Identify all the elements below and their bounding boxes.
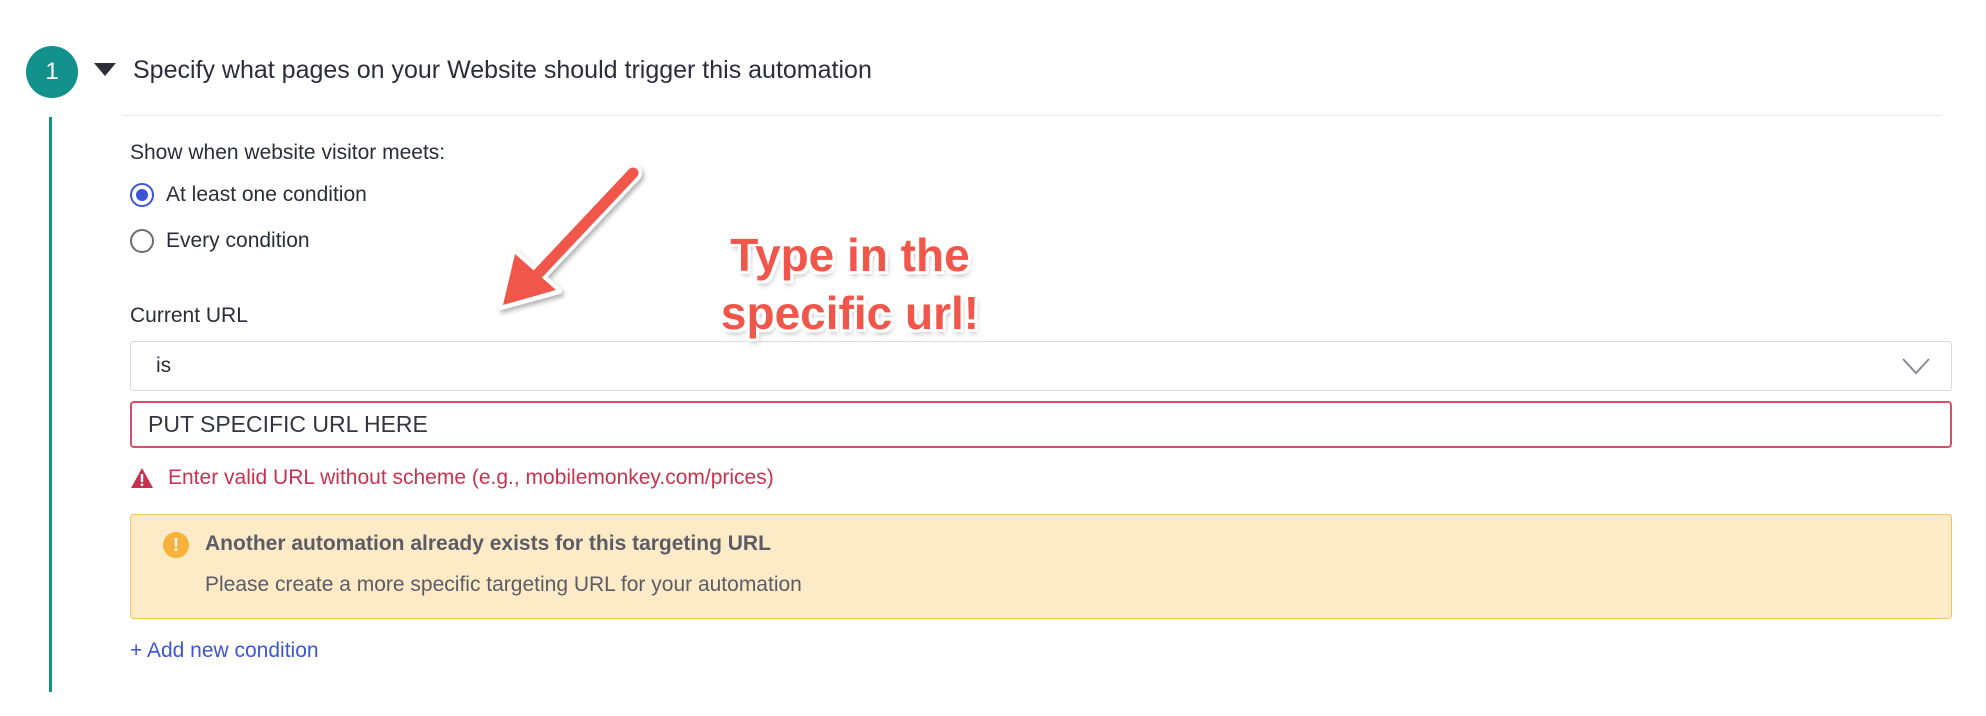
radio-label: Every condition <box>166 229 310 252</box>
step-connector-line <box>49 117 52 692</box>
duplicate-automation-warning: ! Another automation already exists for … <box>130 514 1952 619</box>
annotation-line-1: Type in the <box>730 229 970 281</box>
step-number-badge: 1 <box>26 46 78 98</box>
warning-title: Another automation already exists for th… <box>205 532 771 555</box>
error-message: Enter valid URL without scheme (e.g., mo… <box>168 466 774 489</box>
url-validation-error: Enter valid URL without scheme (e.g., mo… <box>130 466 774 490</box>
radio-checked-icon[interactable] <box>130 183 154 207</box>
radio-at-least-one-condition[interactable]: At least one condition <box>130 183 367 207</box>
radio-label: At least one condition <box>166 183 367 206</box>
step-title: Specify what pages on your Website shoul… <box>133 56 872 84</box>
annotation-callout: Type in the specific url! <box>690 226 1010 342</box>
annotation-arrow-icon <box>498 164 642 310</box>
url-value-input[interactable] <box>130 401 1952 448</box>
exclamation-circle-icon: ! <box>163 532 189 558</box>
radio-unchecked-icon[interactable] <box>130 229 154 253</box>
header-divider <box>122 115 1942 116</box>
url-operator-select[interactable]: is <box>130 341 1952 391</box>
annotation-line-2: specific url! <box>720 287 980 339</box>
condition-mode-label: Show when website visitor meets: <box>130 141 446 164</box>
collapse-triangle-icon[interactable] <box>94 63 116 76</box>
add-new-condition-link[interactable]: + Add new condition <box>130 639 319 663</box>
warning-triangle-icon <box>131 468 153 488</box>
radio-every-condition[interactable]: Every condition <box>130 229 310 253</box>
current-url-label: Current URL <box>130 304 248 327</box>
warning-body: Please create a more specific targeting … <box>205 573 802 596</box>
url-operator-value: is <box>156 354 172 377</box>
chevron-down-icon[interactable] <box>1901 354 1931 378</box>
